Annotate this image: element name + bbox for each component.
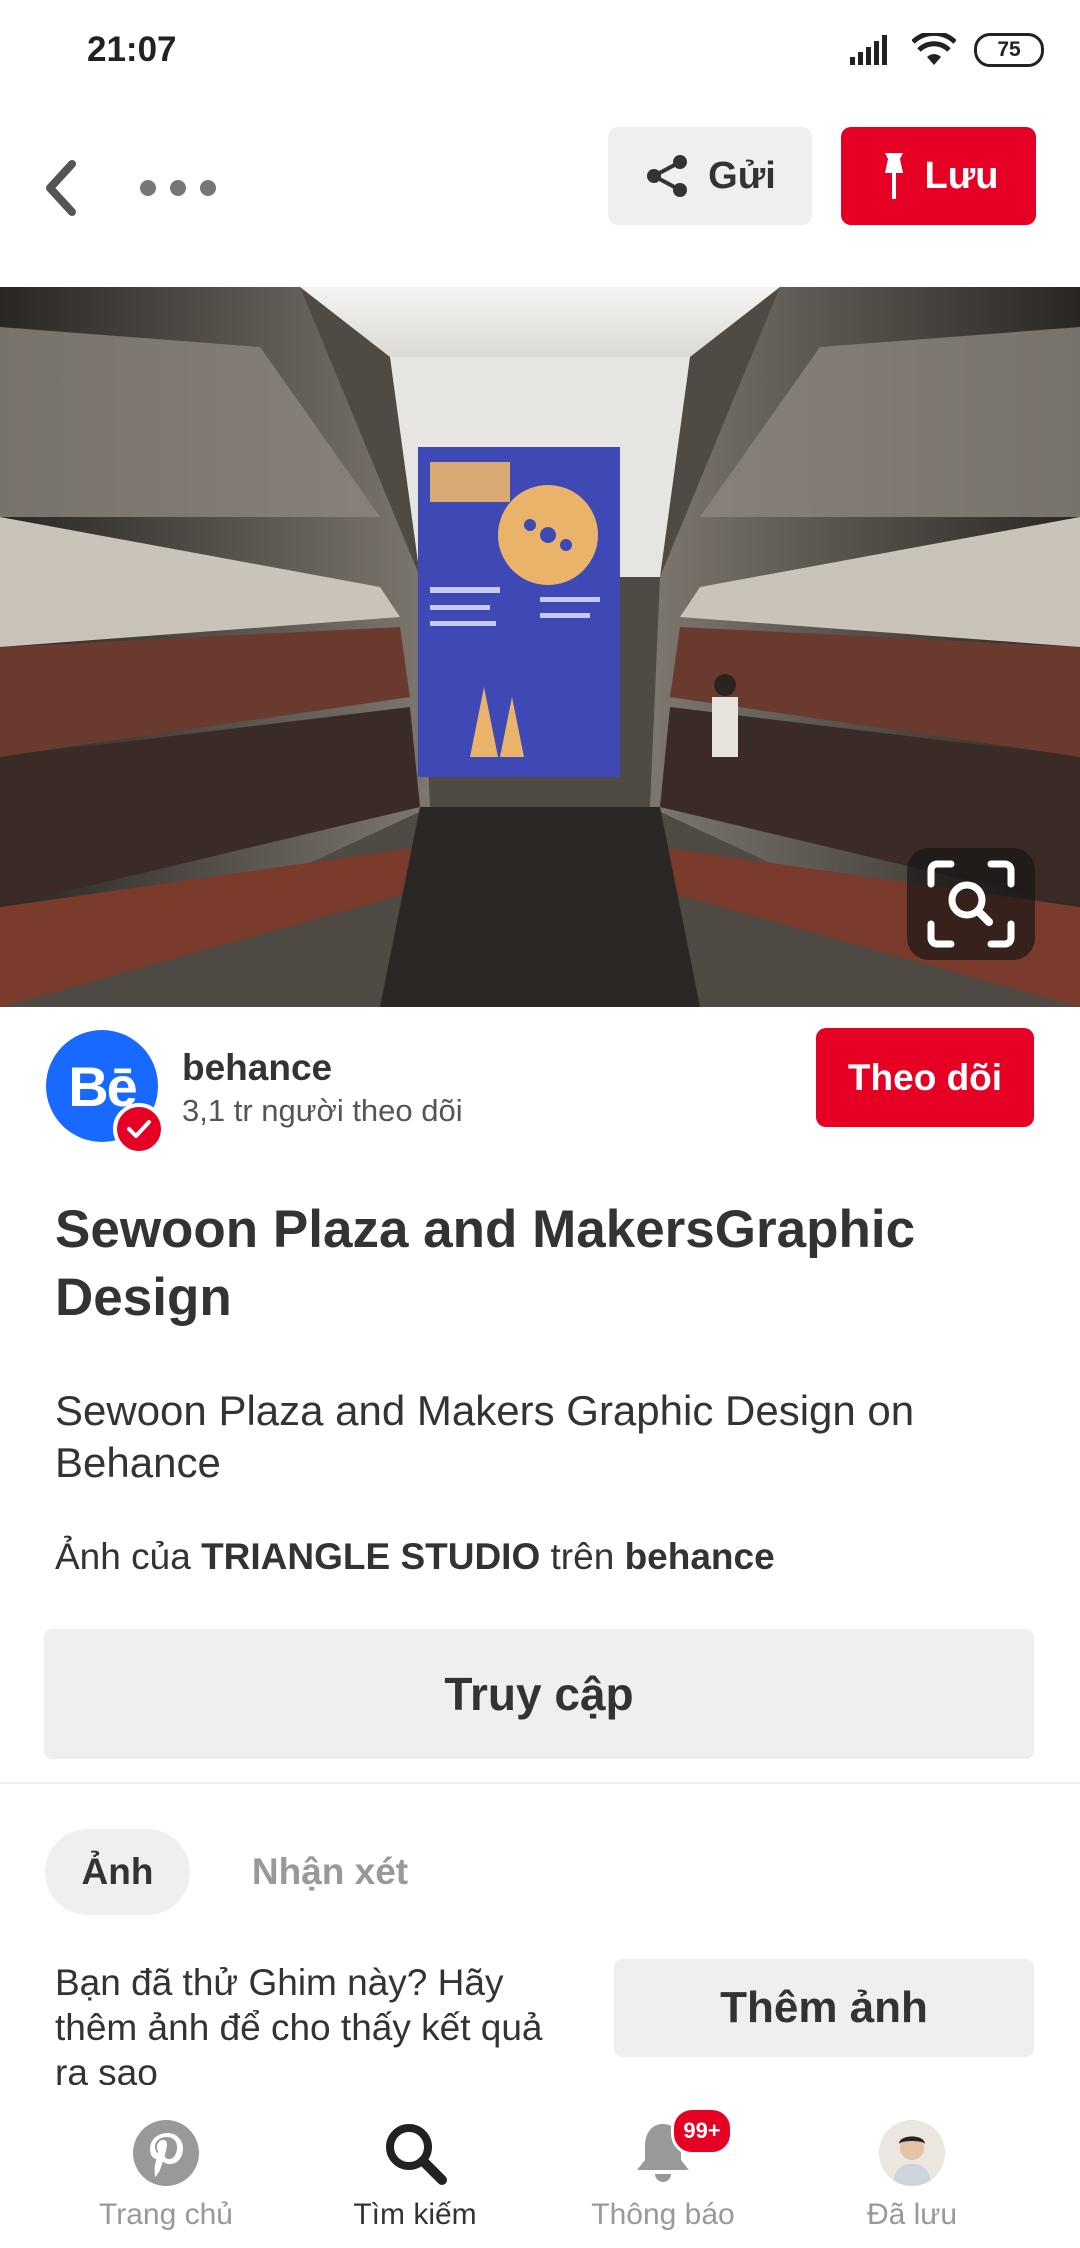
visual-search-icon xyxy=(927,860,1015,948)
add-photo-button[interactable]: Thêm ảnh xyxy=(614,1959,1034,2057)
status-icons: 75 xyxy=(850,33,1044,67)
back-arrow-icon xyxy=(46,160,76,216)
nav-search-label: Tìm kiếm xyxy=(353,2198,477,2231)
nav-notifications-label: Thông báo xyxy=(591,2198,735,2231)
save-label: Lưu xyxy=(924,154,999,197)
pin-attribution: Ảnh của TRIANGLE STUDIO trên behance xyxy=(55,1536,775,1578)
verified-check-icon xyxy=(127,1120,151,1138)
tab-comments[interactable]: Nhận xét xyxy=(220,1829,440,1915)
share-icon xyxy=(647,155,688,197)
bottom-nav: Trang chủ Tìm kiếm 99+ Thông báo Đã lưu xyxy=(0,2085,1080,2248)
top-bar: Gửi Lưu xyxy=(0,100,1080,280)
creator-row: Bē behance 3,1 tr người theo dõi Theo dõ… xyxy=(0,1007,1080,1157)
attribution-author[interactable]: TRIANGLE STUDIO xyxy=(201,1536,540,1577)
pinterest-logo-icon xyxy=(133,2120,199,2186)
pin-description: Sewoon Plaza and Makers Graphic Design o… xyxy=(55,1387,915,1486)
more-button[interactable] xyxy=(140,168,216,208)
back-button[interactable] xyxy=(38,150,82,226)
follower-count: 3,1 tr người theo dõi xyxy=(182,1093,463,1128)
section-divider xyxy=(0,1782,1080,1784)
visit-button[interactable]: Truy cập xyxy=(44,1629,1034,1759)
pin-title: Sewoon Plaza and MakersGraphic Design xyxy=(55,1200,916,1327)
status-bar: 21:07 75 xyxy=(0,0,1080,100)
notification-badge: 99+ xyxy=(671,2107,733,2155)
nav-home-label: Trang chủ xyxy=(99,2198,233,2231)
save-button[interactable]: Lưu xyxy=(841,127,1036,225)
user-avatar xyxy=(879,2120,945,2186)
verified-badge xyxy=(113,1103,165,1155)
battery-indicator: 75 xyxy=(974,33,1044,67)
attribution-prefix: Ảnh của xyxy=(55,1536,202,1577)
nav-notifications[interactable]: 99+ Thông báo xyxy=(538,2085,788,2248)
attribution-source[interactable]: behance xyxy=(625,1536,775,1577)
signal-icon xyxy=(850,35,887,65)
send-button[interactable]: Gửi xyxy=(608,127,812,225)
attribution-middle: trên xyxy=(540,1536,625,1577)
visual-search-button[interactable] xyxy=(907,848,1035,960)
tried-prompt-text: Bạn đã thử Ghim này? Hãy thêm ảnh để cho… xyxy=(55,1962,543,2093)
nav-search[interactable]: Tìm kiếm xyxy=(290,2085,540,2248)
creator-name[interactable]: behance xyxy=(182,1047,332,1089)
wifi-icon xyxy=(912,33,956,65)
pin-image[interactable] xyxy=(0,287,1080,1007)
nav-saved[interactable]: Đã lưu xyxy=(787,2085,1037,2248)
nav-home[interactable]: Trang chủ xyxy=(41,2085,291,2248)
status-time: 21:07 xyxy=(87,30,177,69)
follow-button[interactable]: Theo dõi xyxy=(816,1028,1034,1127)
nav-saved-label: Đã lưu xyxy=(866,2198,958,2231)
user-avatar-image xyxy=(879,2120,945,2186)
search-icon xyxy=(386,2124,447,2185)
pin-icon xyxy=(884,153,903,199)
send-label: Gửi xyxy=(708,154,776,197)
tab-photos[interactable]: Ảnh xyxy=(45,1829,190,1915)
more-icon xyxy=(140,180,156,196)
